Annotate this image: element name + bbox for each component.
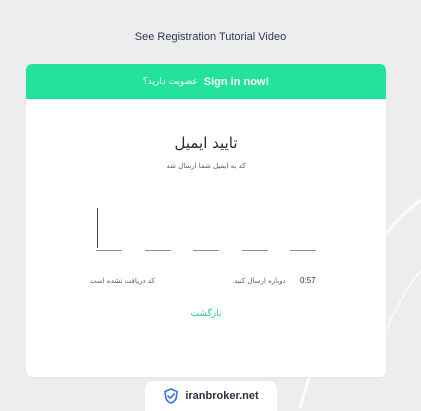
member-question: عضویت دارید؟ [142,76,198,87]
text-caret [97,208,98,248]
resend-row: کد دریافت نشده است دوباره ارسال کنید 0:5… [26,276,386,291]
brand-badge[interactable]: iranbroker.net [145,381,277,411]
code-not-received-text: کد دریافت نشده است [90,277,155,285]
code-cell-3 [193,206,219,252]
check-shield-icon [164,388,179,404]
resend-timer: 0:57 [300,276,316,285]
back-link[interactable]: بازگشت [26,309,386,319]
resend-link[interactable]: دوباره ارسال کنید [234,277,286,285]
registration-tutorial-link[interactable]: See Registration Tutorial Video [0,31,421,43]
page-title: تایید ایمیل [174,134,238,152]
code-cell-5 [290,206,316,252]
code-cell-2 [144,206,171,252]
signin-link[interactable]: Sign in now! [204,76,269,88]
signin-banner[interactable]: عضویت دارید؟ Sign in now! [26,64,386,99]
code-digit-4[interactable] [241,206,268,251]
verification-card: عضویت دارید؟ Sign in now! تایید ایمیل کد… [26,64,386,377]
code-digit-5[interactable] [290,206,316,251]
code-cell-1 [96,206,122,252]
code-cell-4 [241,206,268,252]
brand-name: iranbroker.net [185,390,259,402]
code-digit-2[interactable] [144,206,171,251]
code-digit-3[interactable] [193,206,219,251]
code-input-row [96,206,316,252]
code-digit-1[interactable] [96,206,122,251]
page-subtitle: کد به ایمیل شما ارسال شد [166,162,246,170]
